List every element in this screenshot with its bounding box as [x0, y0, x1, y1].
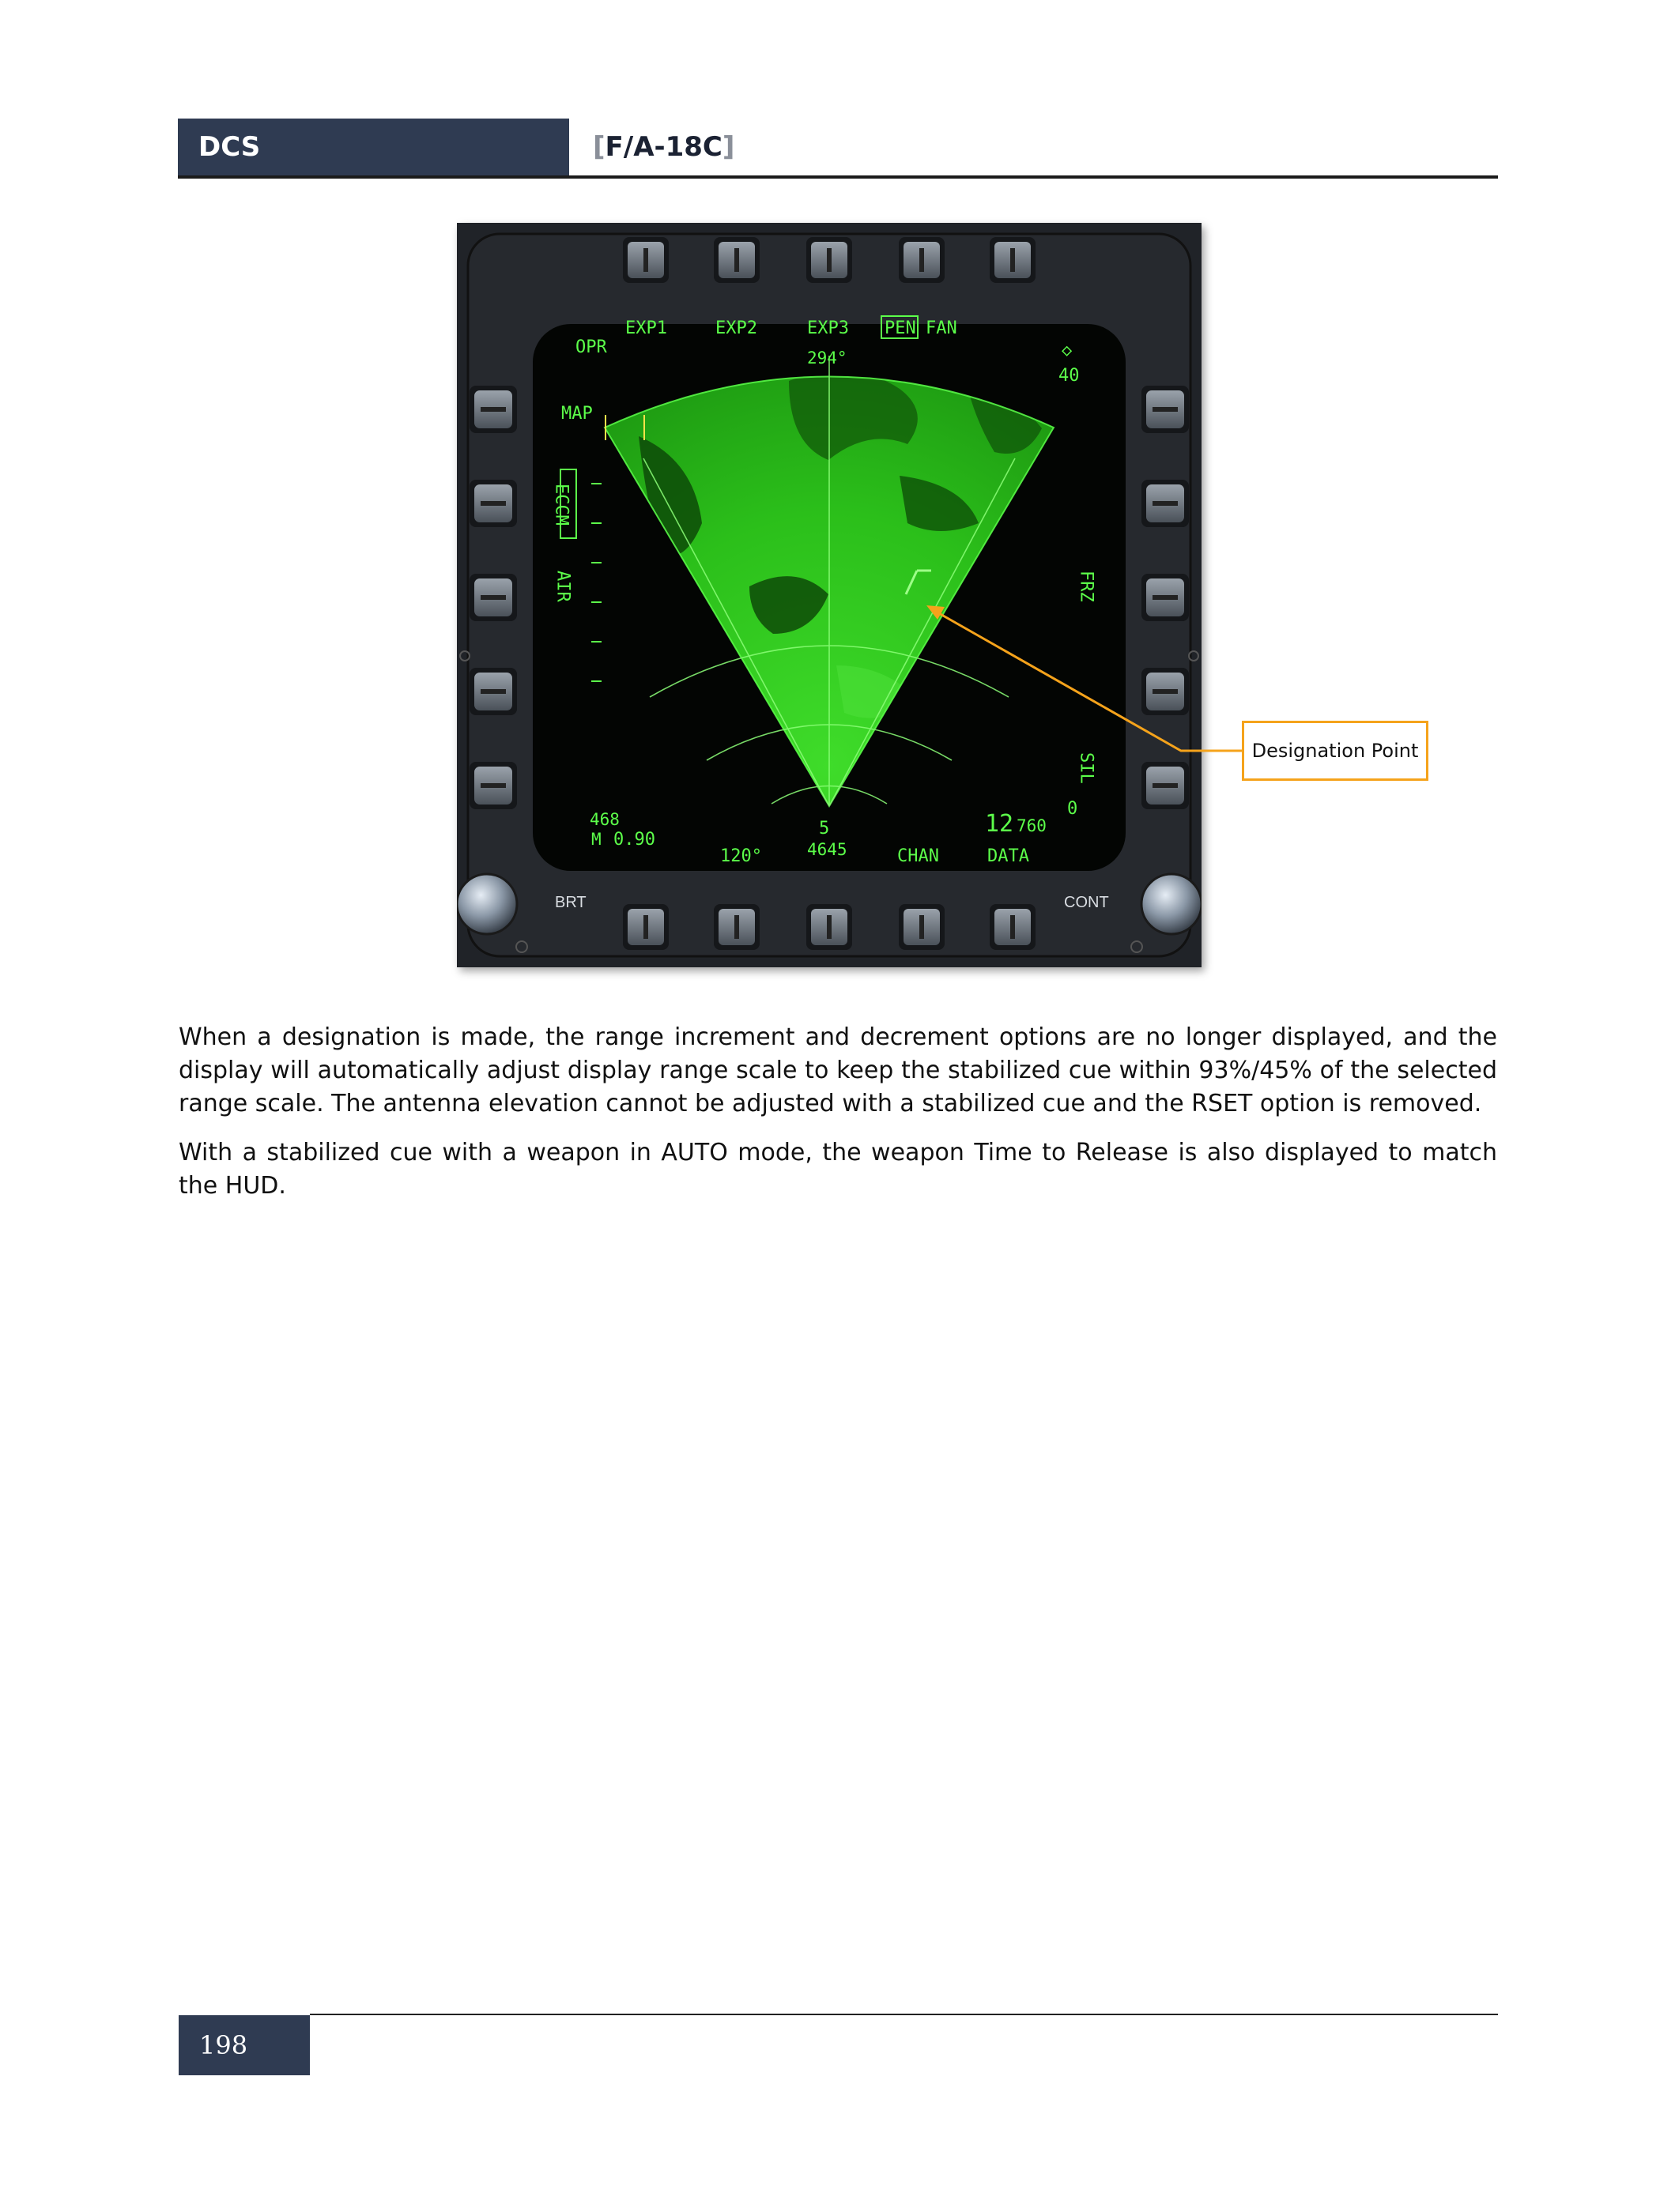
body-paragraph-1: When a designation is made, the range in… — [179, 1023, 1497, 1117]
designation-point-callout: Designation Point — [1242, 721, 1428, 781]
page-number-box: 198 — [179, 2015, 310, 2075]
callout-label: Designation Point — [1251, 740, 1419, 762]
footer-rule — [310, 2014, 1498, 2015]
page-number: 198 — [199, 2030, 248, 2060]
body-paragraph-2: With a stabilized cue with a weapon in A… — [179, 1139, 1497, 1200]
